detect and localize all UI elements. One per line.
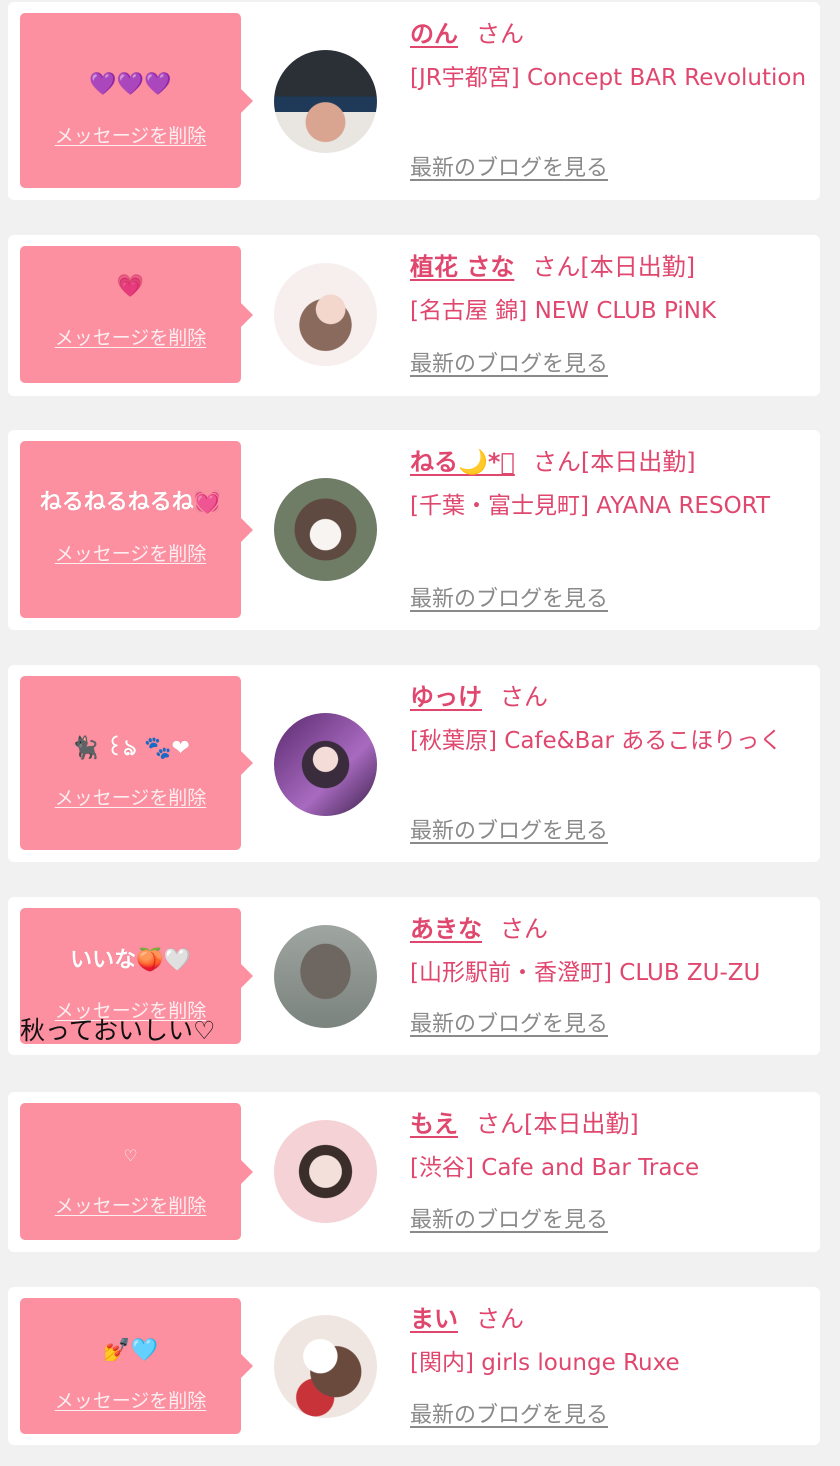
avatar[interactable] (274, 478, 377, 581)
honorific: さん (476, 1305, 524, 1333)
name-line: ねる🌙*ﾟ さん[本日出勤] (410, 445, 696, 479)
name-line: のん さん (410, 17, 524, 51)
avatar[interactable] (274, 925, 377, 1028)
latest-blog-link[interactable]: 最新のブログを見る (410, 817, 608, 847)
cast-name-link[interactable]: まい (410, 1305, 458, 1333)
shop-name: [秋葉原] Cafe&Bar あるこほりっく (410, 728, 783, 754)
message-card: 💅🩵 メッセージを削除 まい さん [関内] girls lounge Ruxe … (8, 1287, 820, 1445)
name-line: もえ さん[本日出勤] (410, 1107, 639, 1141)
delete-message-link[interactable]: メッセージを削除 (20, 1194, 241, 1218)
name-line: まい さん (410, 1302, 524, 1336)
shop-name: [JR宇都宮] Concept BAR Revolution (410, 65, 807, 91)
latest-blog-link[interactable]: 最新のブログを見る (410, 1010, 608, 1040)
message-card: ♡ メッセージを削除 もえ さん[本日出勤] [渋谷] Cafe and Bar … (8, 1092, 820, 1252)
message-bubble: 🐈‍⬛ ꒰ঌ 🐾❤ メッセージを削除 (20, 676, 253, 850)
message-card: 💜💜💜 メッセージを削除 のん さん [JR宇都宮] Concept BAR Re… (8, 2, 820, 200)
cast-name-link[interactable]: もえ (410, 1110, 458, 1138)
latest-blog-link[interactable]: 最新のブログを見る (410, 1401, 608, 1431)
honorific: さん (532, 448, 581, 476)
latest-blog-link[interactable]: 最新のブログを見る (410, 1206, 608, 1236)
name-line: あきな さん (410, 912, 548, 946)
message-text: 💗 (116, 274, 145, 299)
honorific: さん (500, 683, 548, 711)
delete-message-link[interactable]: メッセージを削除 (20, 124, 241, 148)
message-bubble: 💅🩵 メッセージを削除 (20, 1298, 253, 1434)
avatar[interactable] (274, 1120, 377, 1223)
cast-name-link[interactable]: ゆっけ (410, 683, 482, 711)
shop-name: [千葉・富士見町] AYANA RESORT (410, 493, 771, 519)
delete-message-link[interactable]: メッセージを削除 (20, 542, 241, 566)
avatar[interactable] (274, 1315, 377, 1418)
cast-name-link[interactable]: 植花 さな (410, 253, 514, 281)
message-text: 💜💜💜 (89, 72, 172, 97)
status-text: [本日出勤] (524, 1110, 639, 1138)
message-card: 💗 メッセージを削除 植花 さな さん[本日出勤] [名古屋 錦] NEW CLU… (8, 235, 820, 396)
delete-message-link[interactable]: メッセージを削除 (20, 786, 241, 810)
message-text: いいな🍑🤍 (70, 948, 191, 973)
status-text: [本日出勤] (580, 253, 696, 281)
name-line: 植花 さな さん[本日出勤] (410, 250, 695, 284)
delete-message-link[interactable]: メッセージを削除 (20, 326, 241, 350)
message-text: ♡ (123, 1146, 138, 1165)
shop-name: [渋谷] Cafe and Bar Trace (410, 1155, 700, 1181)
message-text: 🐈‍⬛ ꒰ঌ 🐾❤ (71, 736, 190, 761)
cast-name-link[interactable]: あきな (410, 915, 482, 943)
message-text: ねるねるねるね💓 (39, 490, 222, 515)
honorific: さん (476, 20, 524, 48)
message-bubble: ねるねるねるね💓 メッセージを削除 (20, 441, 253, 618)
delete-message-link[interactable]: メッセージを削除 (20, 1389, 241, 1413)
shop-name: [関内] girls lounge Ruxe (410, 1350, 680, 1376)
honorific: さん (532, 253, 581, 281)
message-bubble: 💜💜💜 メッセージを削除 (20, 13, 253, 188)
message-bubble: 💗 メッセージを削除 (20, 246, 253, 383)
cast-name-link[interactable]: ねる🌙*ﾟ (410, 448, 515, 476)
honorific: さん (500, 915, 548, 943)
overlay-note: 秋っておいしい♡ (20, 1016, 216, 1045)
latest-blog-link[interactable]: 最新のブログを見る (410, 154, 608, 184)
shop-name: [名古屋 錦] NEW CLUB PiNK (410, 298, 717, 324)
avatar[interactable] (274, 713, 377, 816)
avatar[interactable] (274, 50, 377, 153)
name-line: ゆっけ さん (410, 680, 548, 714)
avatar[interactable] (274, 263, 377, 366)
message-card: 🐈‍⬛ ꒰ঌ 🐾❤ メッセージを削除 ゆっけ さん [秋葉原] Cafe&Bar … (8, 665, 820, 862)
message-card: ねるねるねるね💓 メッセージを削除 ねる🌙*ﾟ さん[本日出勤] [千葉・富士見町… (8, 430, 820, 630)
honorific: さん (476, 1110, 524, 1138)
latest-blog-link[interactable]: 最新のブログを見る (410, 350, 608, 380)
message-bubble: ♡ メッセージを削除 (20, 1103, 253, 1240)
latest-blog-link[interactable]: 最新のブログを見る (410, 585, 608, 615)
message-text: 💅🩵 (103, 1338, 158, 1363)
shop-name: [山形駅前・香澄町] CLUB ZU-ZU (410, 960, 761, 986)
cast-name-link[interactable]: のん (410, 20, 458, 48)
status-text: [本日出勤] (580, 448, 696, 476)
